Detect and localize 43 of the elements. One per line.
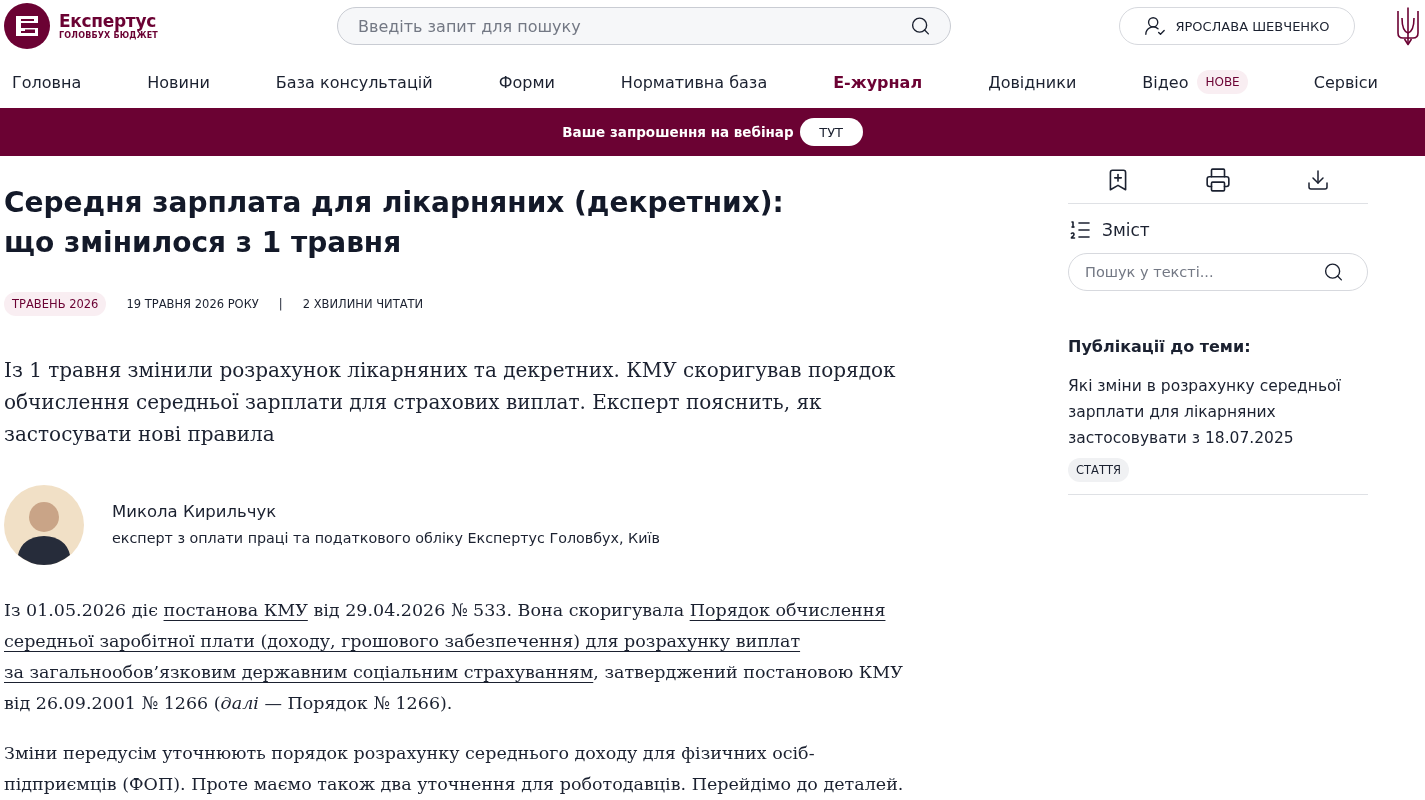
article-title: Середня зарплата для лікарняних (декретних): що змінилося з 1 травня xyxy=(4,185,785,261)
article-date: 19 ТРАВНЯ 2026 РОКУ xyxy=(126,297,259,311)
related-heading: Публікації до теми: xyxy=(1068,336,1252,358)
banner-text: Ваше запрошення на вебінар xyxy=(562,124,794,140)
brand-name: Експертус xyxy=(59,11,157,31)
printer-icon[interactable] xyxy=(1205,166,1231,193)
meta-separator: | xyxy=(278,297,283,311)
article-type-tag: СТАТТЯ xyxy=(1068,458,1129,482)
read-time: 2 ХВИЛИНИ ЧИТАТИ xyxy=(302,297,424,311)
nav-item[interactable]: Відео НОВЕ xyxy=(1142,70,1248,94)
search-icon[interactable] xyxy=(910,15,931,37)
new-badge: НОВЕ xyxy=(1197,70,1248,94)
nav-item[interactable]: Сервіси xyxy=(1313,72,1378,92)
numbered-list-icon xyxy=(1068,218,1092,242)
text-link[interactable]: середньої заробітної плати (доходу, грошового забезпечення) для розрахунку виплат xyxy=(4,631,801,651)
banner-button[interactable]: ТУТ xyxy=(799,118,863,146)
nav-item[interactable]: Довідники xyxy=(988,72,1077,92)
author-role: експерт з оплати праці та податкового обліку Експертус Головбух, Київ xyxy=(112,529,660,548)
nav-item[interactable]: Новини xyxy=(147,72,210,92)
issue-tag[interactable]: ТРАВЕНЬ 2026 xyxy=(4,292,107,316)
search-icon[interactable] xyxy=(1323,261,1344,283)
nav-item[interactable]: Головна xyxy=(12,72,82,92)
brand-tagline: ГОЛОВБУХ БЮДЖЕТ xyxy=(59,31,158,41)
nav-item[interactable]: Форми xyxy=(498,72,555,92)
nav-item[interactable]: База консультацій xyxy=(275,72,433,92)
contents-button[interactable]: Зміст xyxy=(1068,218,1150,242)
text-link[interactable]: постанова КМУ xyxy=(163,600,308,620)
nav-item[interactable]: Е-журнал xyxy=(833,72,923,92)
article-lead: Із 1 травня змінили розрахунок лікарняних та декретних. КМУ скоригував порядок обчислення середньої зарплати для страхових виплат. Експерт пояснить, як застосувати нові правила xyxy=(4,357,897,448)
search-field[interactable]: Введіть запит для пошуку xyxy=(337,7,951,45)
download-icon[interactable] xyxy=(1306,167,1330,192)
article-paragraph: Із 01.05.2026 діє постанова КМУ від 29.04.2026 № 533. Вона скоригувала Порядок обчислення середньої заробітної плати (доходу, грошового забезпечення) для розрахунку виплат за загальнообов’язковим державним соціальним страхуванням, затверджений постановою КМУ від 26.09.2001 № 1266 (далі — Порядок № 1266). xyxy=(4,599,904,715)
trident-icon xyxy=(1396,6,1420,46)
user-check-icon xyxy=(1144,15,1167,37)
article-paragraph: Зміни передусім уточнюють порядок розрахунку середнього доходу для фізичних осіб-підприємців (ФОП). Проте маємо також два уточнення для роботодавців. Перейдімо до деталей. xyxy=(4,742,905,796)
related-article-link[interactable]: Які зміни в розрахунку середньої зарплати для лікарняних застосовувати з 18.07.2025 xyxy=(1068,373,1368,451)
nav-item[interactable]: Нормативна база xyxy=(620,72,768,92)
logo-icon[interactable] xyxy=(4,3,50,49)
text-search-field[interactable]: Пошук у тексті... xyxy=(1068,253,1368,291)
author-name: Микола Кирильчук xyxy=(112,501,278,523)
text-link[interactable]: Порядок обчислення xyxy=(689,600,886,620)
text-link[interactable]: за загальнообов’язковим державним соціальним страхуванням xyxy=(4,662,594,682)
user-button[interactable]: ЯРОСЛАВА ШЕВЧЕНКО xyxy=(1119,7,1355,45)
